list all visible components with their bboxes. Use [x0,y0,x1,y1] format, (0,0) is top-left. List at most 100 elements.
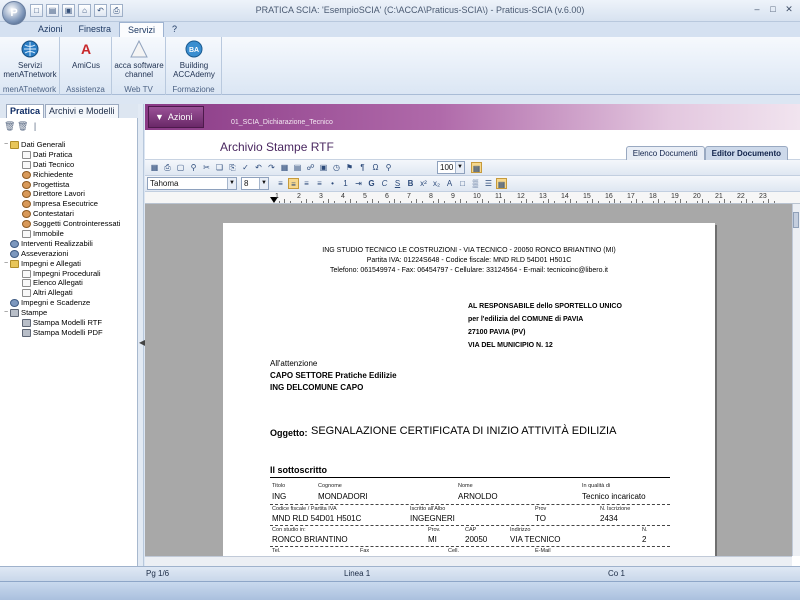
print-icon[interactable]: ⎙ [110,4,123,17]
print-icon[interactable]: ⎙ [162,162,173,173]
tree-item[interactable]: Contestatari [0,209,138,219]
tree-item[interactable]: Stampa Modelli RTF [0,318,138,328]
tree-item[interactable]: Progettista [0,180,138,190]
align-left-icon[interactable]: ≡ [275,178,286,189]
paste-icon[interactable]: ⎘ [227,162,238,173]
tree-item[interactable]: Dati Pratica [0,150,138,160]
justify-icon[interactable]: ≡ [314,178,325,189]
zoom-select[interactable]: 100 ▼ [437,161,465,174]
superscript-icon[interactable]: x² [418,178,429,189]
azioni-button[interactable]: ▼ Azioni [148,106,204,128]
vertical-scrollbar[interactable] [792,204,800,556]
insert-symbol-icon[interactable]: Ω [370,162,381,173]
amicus-button[interactable]: A AmiCus [62,39,110,71]
expand-toggle-icon[interactable]: − [2,259,10,269]
subscript-icon[interactable]: x₂ [431,178,442,189]
tab-servizi[interactable]: Servizi [119,22,165,37]
tree-item[interactable]: Soggetti Controinteressati [0,219,138,229]
save-icon[interactable]: ▦ [149,162,160,173]
pilcrow-icon[interactable]: ¶ [357,162,368,173]
print-preview-icon[interactable]: ▢ [175,162,186,173]
spellcheck-icon[interactable]: ✓ [240,162,251,173]
building-accademy-button[interactable]: BA Building ACCAdemy [168,39,220,79]
tab-elenco-documenti[interactable]: Elenco Documenti [625,146,705,160]
numbering-icon[interactable]: 1 [340,178,351,189]
save-icon[interactable]: ▣ [62,4,75,17]
font-select[interactable]: Tahoma ▼ [147,177,237,190]
italic-icon[interactable]: C [379,178,390,189]
app-menu-button[interactable]: P [2,1,26,25]
zoom-icon[interactable]: ⚲ [383,162,394,173]
ruler-tick [707,201,709,203]
redo-icon[interactable]: ↷ [266,162,277,173]
page-view-icon[interactable]: ▦ [471,162,482,173]
close-button[interactable]: ✕ [782,3,796,17]
document-canvas[interactable]: ING STUDIO TECNICO LE COSTRUZIONI - VIA … [145,204,792,556]
undo-icon[interactable]: ↶ [94,4,107,17]
bold-icon[interactable]: G [366,178,377,189]
ruler[interactable]: 1 2 3 4 5 6 7 8 9 10 11 12 13 14 15 16 17 18 19 20 21 22 23 [145,192,800,204]
tree-item[interactable]: Interventi Realizzabili [0,239,138,249]
tab-finestra[interactable]: Finestra [71,22,120,37]
document-page[interactable]: ING STUDIO TECNICO LE COSTRUZIONI - VIA … [223,223,715,556]
align-center-icon[interactable]: ≡ [288,178,299,189]
styles-icon[interactable]: ☰ [483,178,494,189]
horizontal-scrollbar[interactable] [145,556,792,566]
bold-b-icon[interactable]: B [405,178,416,189]
tree-item[interactable]: − Dati Generali [0,140,138,150]
vertical-scroll-thumb[interactable] [793,212,799,228]
undo-icon[interactable]: ↶ [253,162,264,173]
underline-icon[interactable]: S [392,178,403,189]
border-icon[interactable]: □ [457,178,468,189]
expand-toggle-icon[interactable]: − [2,140,10,150]
servizi-menatnetwork-button[interactable]: Servizi menATnetwork [2,39,58,79]
tree-item[interactable]: Impegni Procedurali [0,269,138,279]
image-icon[interactable]: ▤ [292,162,303,173]
align-right-icon[interactable]: ≡ [301,178,312,189]
tab-archivi-modelli[interactable]: Archivi e Modelli [45,104,119,118]
cut-icon[interactable]: ✂ [201,162,212,173]
link-icon[interactable]: ☍ [305,162,316,173]
font-size-select[interactable]: 8 ▼ [241,177,269,190]
user-icon [22,180,31,189]
highlight-icon[interactable]: ▒ [470,178,481,189]
recipient-line-2: per l'edilizia del COMUNE di PAVIA [468,316,584,323]
ruler-tick [762,201,764,203]
trash-icon[interactable]: 🗑 [17,121,28,131]
find-icon[interactable]: ⚲ [188,162,199,173]
tree-item[interactable]: − Stampe [0,308,138,318]
expand-toggle-icon[interactable]: − [2,308,10,318]
minimize-button[interactable]: – [750,3,764,17]
tree-item[interactable]: Elenco Allegati [0,278,138,288]
copy-icon[interactable]: ❏ [214,162,225,173]
maximize-button[interactable]: □ [766,3,780,17]
tree-item[interactable]: Immobile [0,229,138,239]
tree-item[interactable]: Impresa Esecutrice [0,199,138,209]
table-view-icon[interactable]: ▦ [496,178,507,189]
tree-item[interactable]: Richiedente [0,170,138,180]
indent-icon[interactable]: ⇥ [353,178,364,189]
ribbon-group-webtv: acca software channel Web TV [112,37,166,95]
calendar-icon[interactable]: ▣ [318,162,329,173]
tree-item[interactable]: Stampa Modelli PDF [0,328,138,338]
bullets-icon[interactable]: • [327,178,338,189]
new-icon[interactable]: □ [30,4,43,17]
tree-item[interactable]: Dati Tecnico [0,160,138,170]
tree-item[interactable]: Direttore Lavori [0,189,138,199]
tab-editor-documento[interactable]: Editor Documento [704,146,788,160]
tree-item[interactable]: − Impegni e Allegati [0,259,138,269]
field-icon[interactable]: ⚑ [344,162,355,173]
tree-item[interactable]: Asseverazioni [0,249,138,259]
acca-software-channel-button[interactable]: acca software channel [114,39,164,79]
open-icon[interactable]: ▤ [46,4,59,17]
delete-icon[interactable]: 🗑 [4,121,15,131]
tree-item[interactable]: Impegni e Scadenze [0,298,138,308]
tab-azioni[interactable]: Azioni [30,22,71,37]
home-icon[interactable]: ⌂ [78,4,91,17]
tree-item[interactable]: Altri Allegati [0,288,138,298]
tab-help[interactable]: ? [164,22,185,37]
table-icon[interactable]: ▦ [279,162,290,173]
clock-icon[interactable]: ◷ [331,162,342,173]
font-color-icon[interactable]: A [444,178,455,189]
tab-pratica[interactable]: Pratica [6,104,45,118]
